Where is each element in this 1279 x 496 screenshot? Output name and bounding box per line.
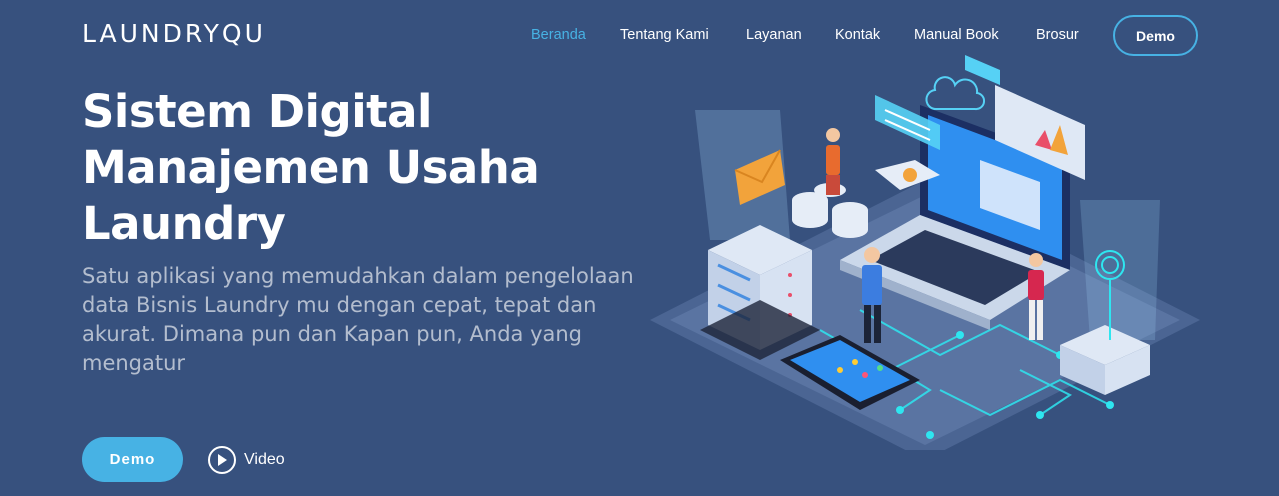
hero-video-button[interactable]: Video: [208, 444, 285, 476]
hero-title-line: Manajemen Usaha: [82, 141, 540, 194]
hero-subtitle: Satu aplikasi yang memudahkan dalam peng…: [82, 264, 634, 375]
hero-title: Sistem Digital Manajemen Usaha Laundry: [82, 84, 642, 252]
nav-item-brosur[interactable]: Brosur: [1036, 27, 1079, 43]
hero-title-line: Sistem Digital: [82, 85, 432, 138]
isometric-laptop-illustration: [650, 55, 1200, 450]
nav-item-tentang-kami[interactable]: Tentang Kami: [620, 27, 709, 43]
video-label: Video: [244, 451, 285, 468]
hero-demo-button[interactable]: Demo: [82, 437, 183, 482]
nav-item-layanan[interactable]: Layanan: [746, 27, 802, 43]
hero-title-line: Laundry: [82, 197, 286, 250]
nav-item-kontak[interactable]: Kontak: [835, 27, 880, 43]
play-icon: [208, 446, 236, 474]
nav-item-manual-book[interactable]: Manual Book: [914, 27, 999, 43]
nav-item-beranda[interactable]: Beranda: [531, 27, 586, 43]
